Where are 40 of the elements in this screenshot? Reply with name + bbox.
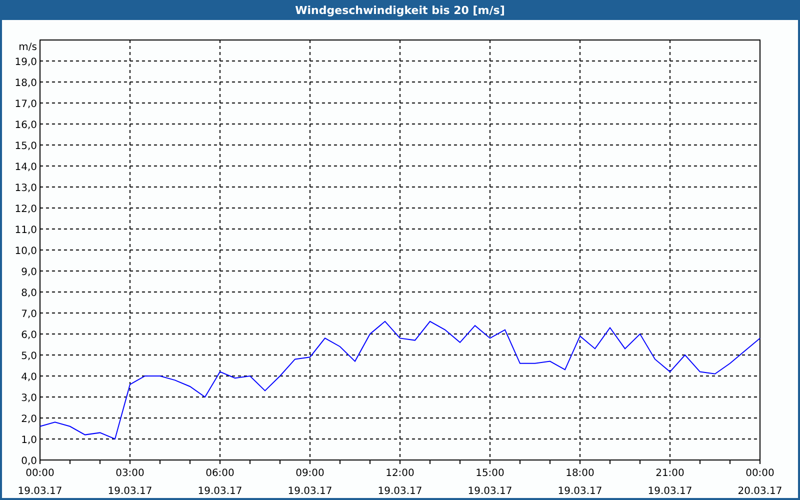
y-tick-label: 13,0 xyxy=(14,183,37,194)
x-tick-label: 18:00 xyxy=(566,468,594,479)
y-tick-label: 3,0 xyxy=(21,393,37,404)
y-tick-label: 0,0 xyxy=(21,456,37,467)
x-tick-label: 03:00 xyxy=(116,468,144,479)
date-label: 19.03.17 xyxy=(198,486,242,497)
date-label: 20.03.17 xyxy=(738,486,782,497)
y-tick-label: 7,0 xyxy=(21,309,37,320)
y-tick-label: 17,0 xyxy=(14,99,37,110)
x-tick-label: 06:00 xyxy=(206,468,234,479)
y-tick-label: 12,0 xyxy=(14,204,37,215)
y-tick-label: 6,0 xyxy=(21,330,37,341)
x-tick-label: 09:00 xyxy=(296,468,324,479)
y-tick-label: 4,0 xyxy=(21,372,37,383)
x-tick-label: 12:00 xyxy=(386,468,414,479)
date-label: 19.03.17 xyxy=(108,486,152,497)
x-tick-label: 15:00 xyxy=(476,468,504,479)
date-label: 19.03.17 xyxy=(18,486,62,497)
y-tick-label: 18,0 xyxy=(14,78,37,89)
x-tick-label: 00:00 xyxy=(26,468,54,479)
y-tick-label: 14,0 xyxy=(14,162,37,173)
y-axis-unit: m/s xyxy=(18,42,37,53)
x-tick-label: 00:00 xyxy=(746,468,774,479)
date-label: 19.03.17 xyxy=(558,486,602,497)
window-title: Windgeschwindigkeit bis 20 [m/s] xyxy=(295,4,505,16)
date-label: 19.03.17 xyxy=(468,486,512,497)
y-tick-label: 16,0 xyxy=(14,120,37,131)
y-tick-label: 2,0 xyxy=(21,414,37,425)
y-tick-label: 11,0 xyxy=(14,225,37,236)
y-tick-label: 19,0 xyxy=(14,57,37,68)
y-tick-label: 9,0 xyxy=(21,267,37,278)
y-tick-label: 1,0 xyxy=(21,435,37,446)
date-label: 19.03.17 xyxy=(648,486,692,497)
y-tick-label: 5,0 xyxy=(21,351,37,362)
y-tick-label: 8,0 xyxy=(21,288,37,299)
date-label: 19.03.17 xyxy=(288,486,332,497)
x-tick-label: 21:00 xyxy=(656,468,684,479)
y-tick-label: 15,0 xyxy=(14,141,37,152)
date-label: 19.03.17 xyxy=(378,486,422,497)
y-tick-label: 10,0 xyxy=(14,246,37,257)
